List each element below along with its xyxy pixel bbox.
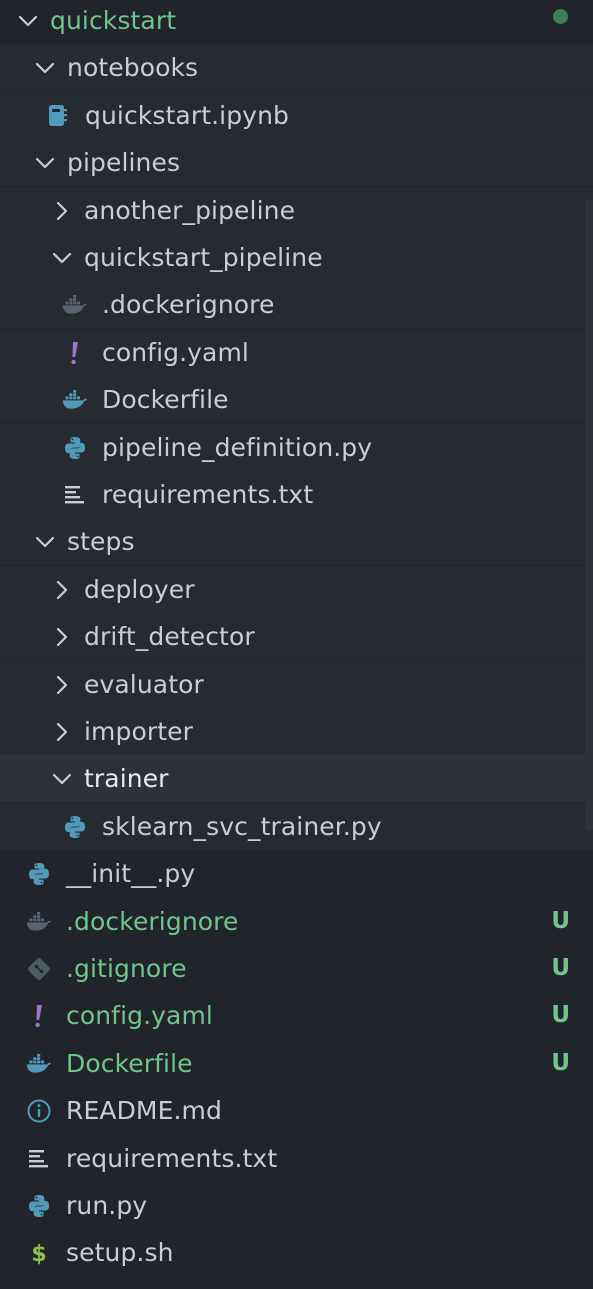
file-sklearn-svc-trainer-py[interactable]: sklearn_svc_trainer.py <box>0 803 593 850</box>
file-config-yaml[interactable]: config.yaml <box>0 329 593 376</box>
shell-icon: $ <box>26 1240 52 1266</box>
git-status-badge: U <box>551 955 570 981</box>
folder-notebooks[interactable]: notebooks <box>0 44 593 91</box>
file-label: sklearn_svc_trainer.py <box>102 812 382 841</box>
file-label: README.md <box>66 1096 222 1125</box>
file-quickstart-ipynb[interactable]: quickstart.ipynb <box>0 92 593 139</box>
text-file-icon <box>26 1146 52 1172</box>
file-pipeline-definition-py[interactable]: pipeline_definition.py <box>0 424 593 471</box>
chevron-down-icon <box>51 768 73 790</box>
file-label: config.yaml <box>102 338 249 367</box>
folder-label: quickstart_pipeline <box>84 243 323 272</box>
docker-icon <box>62 387 88 413</box>
file-label: .dockerignore <box>102 290 275 319</box>
folder-label: importer <box>84 717 194 746</box>
yaml-icon <box>26 1003 52 1029</box>
file-dockerignore[interactable]: .dockerignore U <box>0 898 593 945</box>
file-gitignore[interactable]: .gitignore U <box>0 945 593 992</box>
file-label: Dockerfile <box>66 1049 193 1078</box>
chevron-down-icon <box>34 152 56 174</box>
docker-icon <box>26 1051 52 1077</box>
file-requirements-txt[interactable]: requirements.txt <box>0 1135 593 1182</box>
git-status-dot <box>553 9 568 24</box>
git-status-badge: U <box>551 1050 570 1076</box>
chevron-right-icon <box>51 721 73 743</box>
chevron-down-icon <box>34 531 56 553</box>
file-label: requirements.txt <box>66 1144 278 1173</box>
python-icon <box>62 814 88 840</box>
file-dockerfile[interactable]: Dockerfile <box>0 376 593 423</box>
file-label: .dockerignore <box>66 907 239 936</box>
svg-text:$: $ <box>31 1242 46 1266</box>
text-file-icon <box>62 482 88 508</box>
folder-label: notebooks <box>67 53 199 82</box>
file-label: pipeline_definition.py <box>102 433 373 462</box>
folder-drift-detector[interactable]: drift_detector <box>0 613 593 660</box>
file-label: setup.sh <box>66 1238 174 1267</box>
git-status-badge: U <box>551 1002 570 1028</box>
chevron-right-icon <box>51 626 73 648</box>
chevron-right-icon <box>51 674 73 696</box>
python-icon <box>62 435 88 461</box>
git-status-badge: U <box>551 908 570 934</box>
folder-label: deployer <box>84 575 195 604</box>
folder-label: quickstart <box>50 6 177 35</box>
docker-muted-icon <box>62 292 88 318</box>
file-setup-sh[interactable]: $ setup.sh <box>0 1229 593 1276</box>
file-dockerfile[interactable]: Dockerfile U <box>0 1040 593 1087</box>
file-init-py[interactable]: __init__.py <box>0 850 593 897</box>
yaml-icon <box>62 340 88 366</box>
file-run-py[interactable]: run.py <box>0 1182 593 1229</box>
folder-label: evaluator <box>84 670 204 699</box>
file-readme-md[interactable]: README.md <box>0 1087 593 1134</box>
notebook-icon <box>45 103 71 129</box>
folder-trainer[interactable]: trainer <box>0 755 593 802</box>
chevron-down-icon <box>51 247 73 269</box>
python-icon <box>26 1193 52 1219</box>
folder-evaluator[interactable]: evaluator <box>0 661 593 708</box>
folder-quickstart-pipeline[interactable]: quickstart_pipeline <box>0 234 593 281</box>
folder-deployer[interactable]: deployer <box>0 566 593 613</box>
docker-muted-icon <box>26 909 52 935</box>
scrollbar[interactable] <box>585 200 593 830</box>
file-label: __init__.py <box>66 859 196 888</box>
file-dockerignore[interactable]: .dockerignore <box>0 281 593 328</box>
folder-label: trainer <box>84 764 169 793</box>
chevron-right-icon <box>51 579 73 601</box>
file-config-yaml[interactable]: config.yaml U <box>0 992 593 1039</box>
folder-label: another_pipeline <box>84 196 296 225</box>
info-icon <box>26 1098 52 1124</box>
file-label: requirements.txt <box>102 480 314 509</box>
chevron-down-icon <box>34 57 56 79</box>
file-label: run.py <box>66 1191 148 1220</box>
file-label: .gitignore <box>66 954 187 983</box>
file-label: Dockerfile <box>102 385 229 414</box>
folder-label: pipelines <box>67 148 181 177</box>
chevron-right-icon <box>51 200 73 222</box>
folder-another-pipeline[interactable]: another_pipeline <box>0 187 593 234</box>
file-explorer: quickstart notebooks quickstart.ipynb pipel… <box>0 0 593 1289</box>
folder-importer[interactable]: importer <box>0 708 593 755</box>
python-icon <box>26 861 52 887</box>
folder-steps[interactable]: steps <box>0 518 593 565</box>
folder-label: drift_detector <box>84 622 255 651</box>
file-label: quickstart.ipynb <box>85 101 289 130</box>
folder-quickstart[interactable]: quickstart <box>0 0 593 44</box>
chevron-down-icon <box>17 10 39 32</box>
file-label: config.yaml <box>66 1001 213 1030</box>
folder-pipelines[interactable]: pipelines <box>0 139 593 186</box>
git-icon <box>26 956 52 982</box>
folder-label: steps <box>67 527 135 556</box>
file-requirements-txt[interactable]: requirements.txt <box>0 471 593 518</box>
